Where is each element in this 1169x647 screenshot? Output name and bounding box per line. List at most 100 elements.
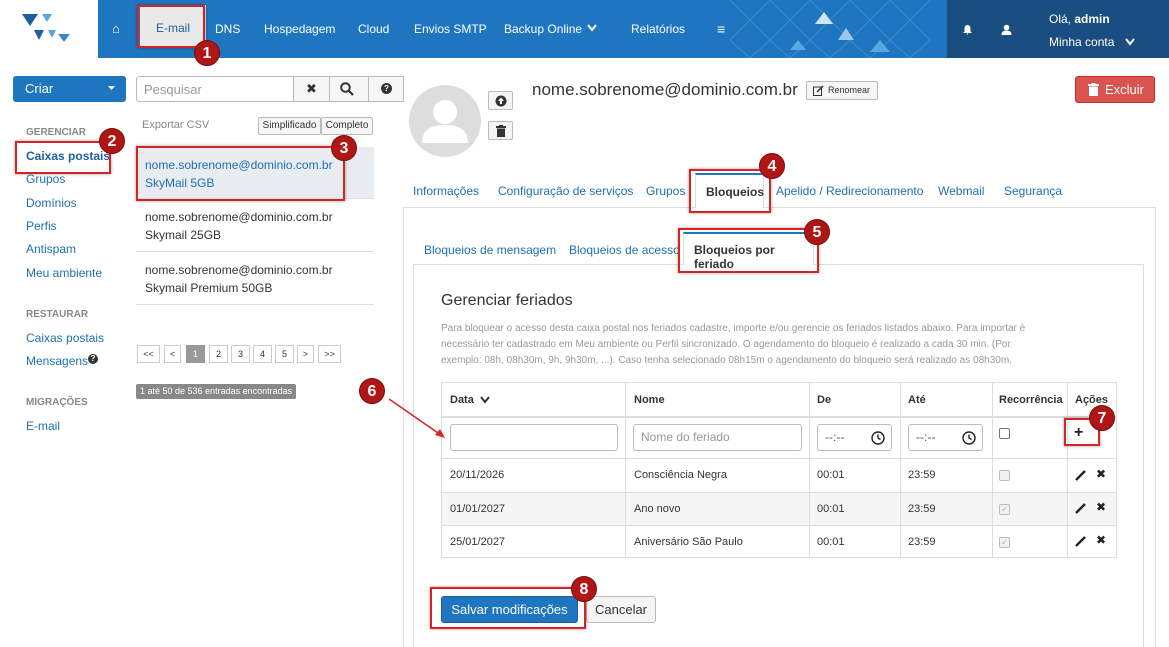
callout-badge: 7 (1089, 405, 1115, 431)
account-menu[interactable]: Minha conta (1049, 35, 1114, 49)
rename-button[interactable]: Renomear (806, 81, 878, 100)
sidebar-item-restaurar-caixas[interactable]: Caixas postais (26, 331, 104, 345)
trash-icon (496, 125, 506, 137)
page-2[interactable]: 2 (209, 345, 228, 363)
column-header-label: Data (450, 394, 474, 406)
nav-envios-smtp[interactable]: Envios SMTP (414, 0, 487, 58)
sidebar-item-dominios[interactable]: Domínios (26, 196, 77, 210)
tab-apelido[interactable]: Apelido / Redirecionamento (776, 184, 923, 198)
page-prev[interactable]: < (164, 345, 181, 363)
section-title: Gerenciar feriados (441, 292, 573, 309)
callout-box-5 (678, 228, 819, 273)
holiday-name-input[interactable]: Nome do feriado (633, 424, 802, 451)
page-5[interactable]: 5 (275, 345, 294, 363)
column-header-data[interactable]: Data (450, 394, 490, 406)
clock-icon (962, 431, 976, 445)
page-3[interactable]: 3 (231, 345, 250, 363)
sidebar-item-grupos[interactable]: Grupos (26, 172, 65, 186)
chevron-down-icon (587, 24, 597, 32)
view-simple-button[interactable]: Simplificado (258, 117, 321, 135)
page-next[interactable]: > (297, 345, 314, 363)
subpanel-border (1143, 264, 1144, 647)
mailbox-plan: Skymail 25GB (145, 228, 222, 242)
tab-informacoes[interactable]: Informações (413, 184, 479, 198)
row-to: 23:59 (908, 469, 936, 481)
user-name: admin (1074, 12, 1110, 26)
delete-icon[interactable]: ✖ (1096, 467, 1106, 481)
time-placeholder: --:-- (825, 430, 845, 444)
tab-grupos[interactable]: Grupos (646, 184, 685, 198)
tab-webmail[interactable]: Webmail (938, 184, 984, 198)
date-input[interactable] (450, 424, 618, 451)
list-item[interactable]: nome.sobrenome@dominio.com.br Skymail Pr… (136, 252, 374, 305)
trash-icon (1088, 83, 1099, 96)
view-full-button[interactable]: Completo (321, 117, 373, 135)
table-row-stripe (442, 492, 1116, 525)
page-1[interactable]: 1 (186, 345, 205, 363)
edit-icon[interactable] (1075, 503, 1086, 514)
help-icon[interactable]: ? (381, 83, 392, 94)
search-icon[interactable] (340, 82, 354, 96)
sidebar-item-meu-ambiente[interactable]: Meu ambiente (26, 266, 102, 280)
tabs-divider (403, 207, 1155, 208)
edit-icon (813, 85, 824, 96)
subtab-mensagem[interactable]: Bloqueios de mensagem (424, 243, 556, 257)
header-decoration (720, 0, 948, 58)
time-placeholder: --:-- (916, 430, 936, 444)
recurring-checkbox[interactable] (999, 428, 1010, 439)
subtab-acesso[interactable]: Bloqueios de acesso (569, 243, 680, 257)
search-buttons: ✖ ? (293, 76, 404, 102)
row-from: 00:01 (817, 536, 845, 548)
bell-icon[interactable] (962, 24, 973, 35)
nav-hospedagem[interactable]: Hospedagem (264, 0, 335, 58)
sort-desc-icon (480, 396, 490, 404)
row-date: 25/01/2027 (450, 536, 506, 548)
column-header-recorrencia: Recorrência (999, 394, 1063, 406)
help-text: Para bloquear o acesso desta caixa posta… (441, 321, 1131, 369)
sidebar-item-antispam[interactable]: Antispam (26, 242, 76, 256)
sidebar-item-migracao-email[interactable]: E-mail (26, 419, 60, 433)
nav-cloud[interactable]: Cloud (358, 0, 389, 58)
help-line: Para bloquear o acesso desta caixa posta… (441, 323, 1026, 334)
user-icon[interactable] (1001, 24, 1012, 35)
nav-relatorios[interactable]: Relatórios (631, 0, 685, 58)
callout-badge: 2 (99, 128, 125, 154)
row-from: 00:01 (817, 503, 845, 515)
delete-icon[interactable]: ✖ (1096, 533, 1106, 547)
callout-box-1 (137, 5, 205, 48)
mailbox-email: nome.sobrenome@dominio.com.br (145, 210, 333, 224)
user-area (947, 0, 1169, 58)
greeting: Olá, admin (1049, 12, 1110, 26)
clear-icon[interactable]: ✖ (294, 77, 330, 101)
tab-seguranca[interactable]: Segurança (1004, 184, 1062, 198)
delete-photo-button[interactable] (488, 121, 513, 140)
avatar (409, 85, 481, 157)
sidebar-item-perfis[interactable]: Perfis (26, 219, 57, 233)
page-first[interactable]: << (137, 345, 160, 363)
sidebar-item-mensagens[interactable]: Mensagens (26, 354, 88, 368)
export-csv-link[interactable]: Exportar CSV (142, 119, 209, 131)
home-icon[interactable]: ⌂ (112, 0, 120, 58)
callout-badge: 1 (194, 40, 220, 66)
time-to-input[interactable]: --:-- (908, 424, 983, 451)
create-button[interactable]: Criar (13, 76, 126, 102)
page-last[interactable]: >> (318, 345, 341, 363)
callout-badge: 5 (804, 219, 830, 245)
nav-backup-online[interactable]: Backup Online (504, 0, 582, 58)
tab-configuracao[interactable]: Configuração de serviços (498, 184, 633, 198)
search-input[interactable]: Pesquisar (136, 76, 294, 102)
upload-photo-button[interactable] (488, 91, 513, 110)
row-to: 23:59 (908, 503, 936, 515)
list-item[interactable]: nome.sobrenome@dominio.com.br Skymail 25… (136, 199, 374, 252)
page-4[interactable]: 4 (253, 345, 272, 363)
edit-icon[interactable] (1075, 470, 1086, 481)
cancel-button[interactable]: Cancelar (586, 596, 656, 623)
delete-button[interactable]: Excluir (1075, 76, 1155, 103)
time-from-input[interactable]: --:-- (817, 424, 892, 451)
subpanel-border (413, 264, 414, 647)
row-name: Aniversário São Paulo (634, 536, 743, 548)
delete-icon[interactable]: ✖ (1096, 500, 1106, 514)
edit-icon[interactable] (1075, 536, 1086, 547)
section-restaurar: RESTAURAR (26, 309, 89, 320)
recurring-checkbox: ✓ (999, 537, 1010, 548)
